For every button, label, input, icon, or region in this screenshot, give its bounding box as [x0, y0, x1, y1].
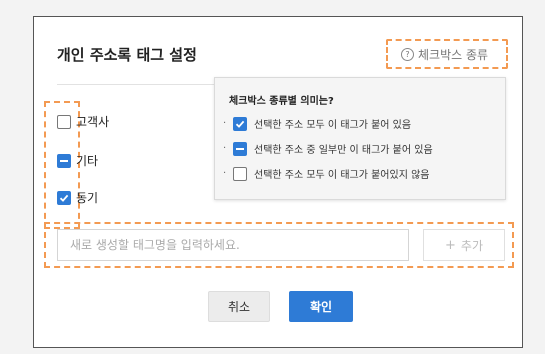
- add-tag-button[interactable]: + 추가: [423, 229, 505, 261]
- tag-checkbox-checked[interactable]: [57, 190, 71, 205]
- dialog-title: 개인 주소록 태그 설정: [57, 46, 197, 64]
- new-tag-input[interactable]: [57, 229, 409, 261]
- bullet-icon: ·: [223, 168, 227, 179]
- plus-icon: +: [445, 237, 456, 253]
- dash-icon: [236, 147, 244, 150]
- add-button-label: 추가: [460, 238, 483, 253]
- tag-checkbox-unchecked[interactable]: [57, 114, 71, 129]
- bullet-icon: ·: [223, 118, 227, 129]
- tooltip-item: · 선택한 주소 모두 이 태그가 붙어있지 않음: [223, 166, 429, 181]
- partial-checkbox-icon: [233, 141, 247, 156]
- dash-icon: [60, 159, 68, 162]
- tooltip-item-text: 선택한 주소 모두 이 태그가 붙어있지 않음: [254, 170, 430, 181]
- tooltip-title: 체크박스 종류별 의미는?: [229, 96, 334, 107]
- tooltip-item-text: 선택한 주소 중 일부만 이 태그가 붙어 있음: [254, 145, 433, 156]
- checkmark-icon: [235, 120, 245, 128]
- confirm-button[interactable]: 확인: [289, 291, 353, 322]
- tooltip-item: · 선택한 주소 중 일부만 이 태그가 붙어 있음: [223, 141, 433, 156]
- tag-label: 동기: [76, 191, 99, 205]
- tag-item-peer[interactable]: 동기: [57, 189, 98, 206]
- question-circle-icon: ?: [401, 48, 414, 61]
- tag-item-customer[interactable]: 고객사: [57, 113, 109, 130]
- checkbox-types-tooltip: 체크박스 종류별 의미는? · 선택한 주소 모두 이 태그가 붙어 있음 · …: [214, 77, 506, 200]
- tag-settings-dialog: 개인 주소록 태그 설정 ? 체크박스 종류 고객사 기타 동기 체크박스 종류…: [33, 16, 523, 348]
- tooltip-item: · 선택한 주소 모두 이 태그가 붙어 있음: [223, 116, 411, 131]
- checked-checkbox-icon: [233, 116, 247, 131]
- checkmark-icon: [59, 194, 69, 202]
- tag-checkbox-partial[interactable]: [57, 153, 71, 168]
- unchecked-checkbox-icon: [233, 166, 247, 181]
- tag-label: 고객사: [76, 115, 110, 129]
- bullet-icon: ·: [223, 143, 227, 154]
- tooltip-item-text: 선택한 주소 모두 이 태그가 붙어 있음: [254, 120, 412, 131]
- checkbox-types-help-link[interactable]: ? 체크박스 종류: [401, 46, 488, 63]
- tag-label: 기타: [76, 154, 99, 168]
- tag-item-etc[interactable]: 기타: [57, 152, 98, 169]
- help-link-label: 체크박스 종류: [418, 48, 489, 62]
- cancel-button[interactable]: 취소: [208, 291, 270, 322]
